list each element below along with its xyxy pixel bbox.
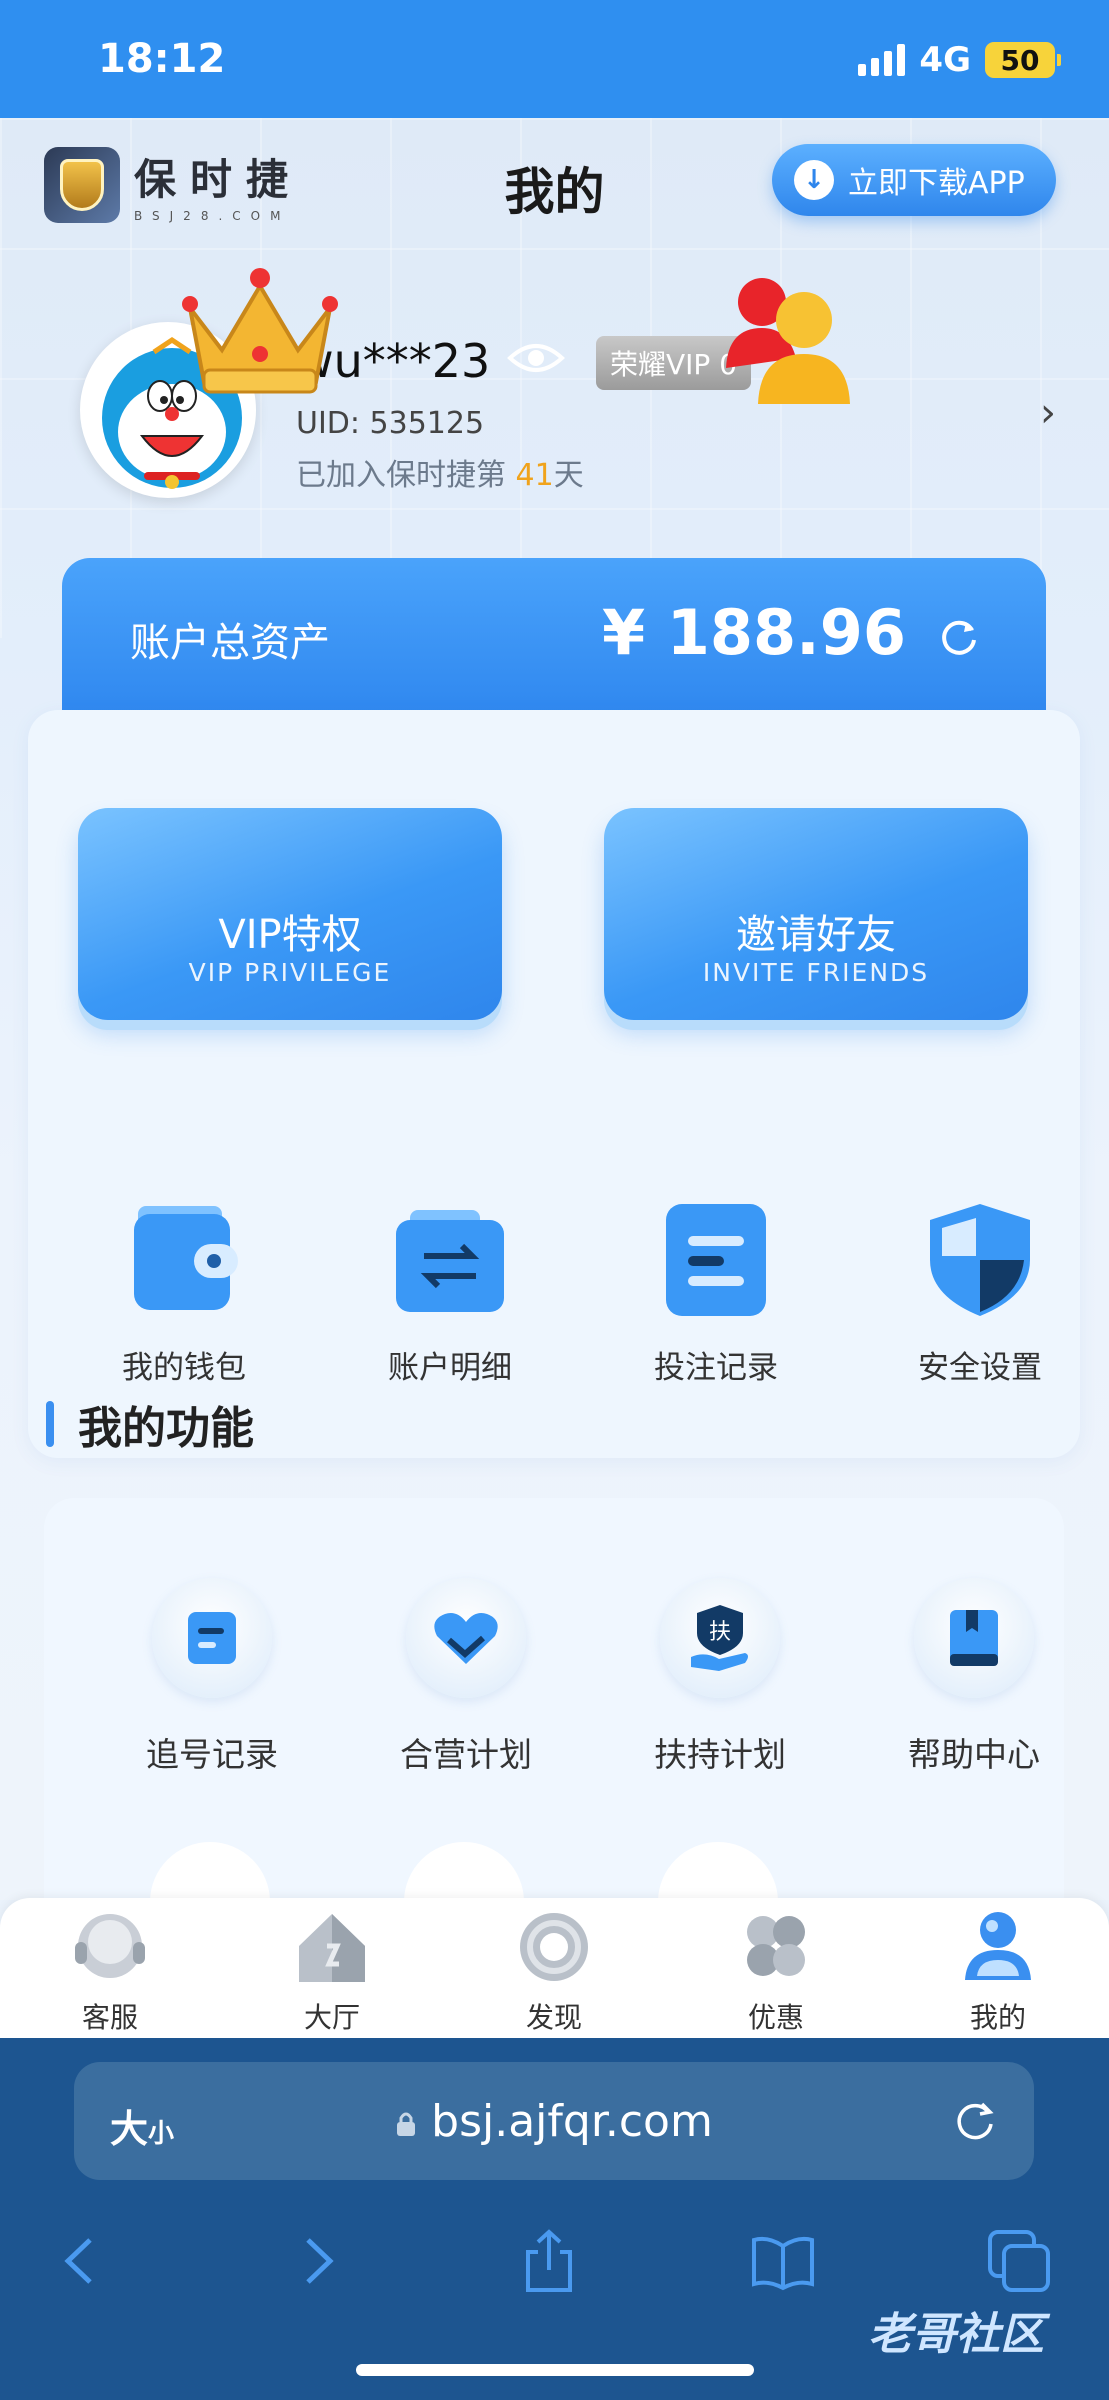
book-icon xyxy=(914,1578,1034,1698)
tab-customer-service[interactable]: 客服 xyxy=(20,1906,200,2036)
section-title-functions: 我的功能 xyxy=(46,1392,254,1456)
quick-action-label: 投注记录 xyxy=(654,1350,778,1386)
tab-mine[interactable]: 我的 xyxy=(908,1906,1088,2036)
joined-prefix: 已加入保时捷第 xyxy=(296,458,516,493)
bottom-tab-bar: 客服 大厅 发现 优惠 我的 xyxy=(0,1898,1109,2038)
home-indicator xyxy=(356,2364,754,2376)
customer-service-icon xyxy=(75,1914,145,1978)
battery-icon: 50 xyxy=(985,42,1061,78)
total-assets-card: 账户总资产 ¥ 188.96 xyxy=(62,558,1046,718)
function-label: 扶持计划 xyxy=(654,1735,786,1774)
function-chase-records[interactable]: 追号记录 xyxy=(102,1578,322,1776)
chevron-right-icon[interactable]: › xyxy=(1040,390,1056,436)
tab-label: 优惠 xyxy=(747,2001,804,2034)
browser-nav xyxy=(0,2208,1109,2308)
discover-icon xyxy=(520,1913,588,1981)
tab-label: 大厅 xyxy=(303,2001,360,2034)
promo-title: VIP特权 xyxy=(218,912,362,958)
function-help-center[interactable]: 帮助中心 xyxy=(864,1578,1084,1776)
quick-bet-records[interactable]: 投注记录 xyxy=(616,1200,816,1387)
joined-suffix: 天 xyxy=(553,458,584,493)
friends-icon xyxy=(726,278,850,404)
function-label: 追号记录 xyxy=(146,1735,278,1774)
reload-icon[interactable] xyxy=(952,2098,998,2144)
quick-action-label: 我的钱包 xyxy=(122,1350,246,1386)
eye-icon[interactable] xyxy=(506,338,566,378)
status-indicators: 4G 50 xyxy=(858,40,1061,80)
clover-icon xyxy=(747,1916,805,1976)
status-time: 18:12 xyxy=(98,36,226,82)
function-support-plan[interactable]: 扶 扶持计划 xyxy=(610,1578,830,1776)
download-icon: ↓ xyxy=(794,160,834,200)
joined-days-text: 已加入保时捷第 41天 xyxy=(296,450,584,494)
forward-icon[interactable] xyxy=(282,2226,352,2296)
support-hand-icon: 扶 xyxy=(660,1578,780,1698)
tab-lobby[interactable]: 大厅 xyxy=(242,1906,422,2036)
record-icon xyxy=(666,1204,766,1316)
network-type: 4G xyxy=(919,40,971,80)
download-label: 立即下载APP xyxy=(848,166,1025,201)
bookmarks-icon[interactable] xyxy=(748,2226,818,2296)
promo-subtitle: INVITE FRIENDS xyxy=(702,958,930,987)
watermark-logo: 老哥社区 xyxy=(868,2309,1044,2360)
crown-icon xyxy=(182,268,338,394)
url-text: bsj.ajfqr.com xyxy=(431,2096,713,2147)
quick-account-details[interactable]: 账户明细 xyxy=(350,1200,550,1387)
refresh-icon[interactable] xyxy=(936,614,982,660)
back-icon[interactable] xyxy=(46,2226,116,2296)
status-bar: 18:12 4G 50 xyxy=(0,0,1109,118)
tab-label: 发现 xyxy=(525,2001,582,2034)
quick-wallet[interactable]: 我的钱包 xyxy=(84,1200,284,1387)
lock-icon xyxy=(397,2112,416,2136)
function-label: 帮助中心 xyxy=(908,1735,1040,1774)
wallet-icon xyxy=(134,1206,238,1310)
house-icon xyxy=(299,1914,365,1982)
section-title-text: 我的功能 xyxy=(78,1403,254,1454)
quick-actions: 我的钱包 账户明细 投注记录 安全设置 xyxy=(28,1200,1080,1400)
function-item-next[interactable] xyxy=(150,1842,270,1900)
vip-privilege-button[interactable]: VIP特权 VIP PRIVILEGE xyxy=(78,808,502,1020)
function-item-next[interactable] xyxy=(404,1842,524,1900)
tabs-icon[interactable] xyxy=(984,2226,1054,2296)
support-badge-text: 扶 xyxy=(709,1620,731,1645)
joined-days: 41 xyxy=(515,458,554,493)
signal-icon xyxy=(858,44,906,76)
url-display[interactable]: bsj.ajfqr.com xyxy=(74,2096,1034,2147)
quick-action-label: 账户明细 xyxy=(388,1350,512,1386)
tab-discover[interactable]: 发现 xyxy=(464,1906,644,2036)
function-label: 合营计划 xyxy=(400,1735,532,1774)
note-icon xyxy=(152,1578,272,1698)
address-bar[interactable]: 大小 bsj.ajfqr.com xyxy=(74,2062,1034,2180)
transfer-folder-icon xyxy=(396,1210,504,1312)
function-joint-plan[interactable]: 合营计划 xyxy=(356,1578,576,1776)
user-icon xyxy=(965,1912,1031,1980)
section-bar xyxy=(46,1401,54,1447)
invite-friends-button[interactable]: 邀请好友 INVITE FRIENDS xyxy=(604,808,1028,1020)
promo-title: 邀请好友 xyxy=(736,912,896,958)
quick-action-label: 安全设置 xyxy=(918,1350,1042,1386)
promo-subtitle: VIP PRIVILEGE xyxy=(188,958,392,987)
app-content: 保时捷 BSJ28.COM 我的 ↓ 立即下载APP wu***23 荣耀VIP… xyxy=(0,118,1109,1900)
functions-card: 追号记录 合营计划 扶 扶持计划 帮助中心 xyxy=(44,1498,1064,1900)
user-id: UID: 535125 xyxy=(296,406,485,441)
shield-icon xyxy=(930,1204,1030,1316)
quick-security-settings[interactable]: 安全设置 xyxy=(880,1200,1080,1387)
handshake-icon xyxy=(406,1578,526,1698)
share-icon[interactable] xyxy=(514,2226,584,2296)
download-app-button[interactable]: ↓ 立即下载APP xyxy=(772,144,1056,216)
tab-label: 我的 xyxy=(969,2001,1026,2034)
main-card: VIP特权 VIP PRIVILEGE 邀请好友 INVITE FRIENDS … xyxy=(28,710,1080,1458)
assets-value: ¥ 188.96 xyxy=(602,596,906,669)
tab-label: 客服 xyxy=(81,2001,138,2034)
assets-label: 账户总资产 xyxy=(130,620,330,666)
function-item-next[interactable] xyxy=(658,1842,778,1900)
tab-promotions[interactable]: 优惠 xyxy=(686,1906,866,2036)
